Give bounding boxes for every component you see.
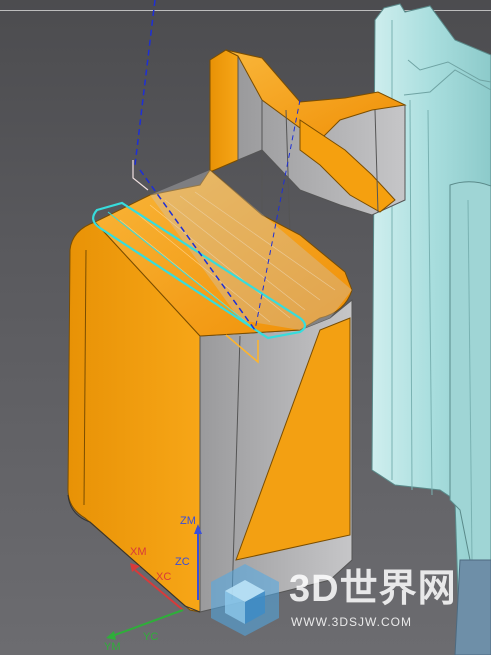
watermark: 3D世界网 WWW.3DSJW.COM <box>207 560 477 640</box>
axis-label-zc: ZC <box>175 556 190 568</box>
graphics-viewport[interactable]: ZM ZC XM XC YM YC 3D世界网 WWW.3DSJW.COM <box>0 0 491 655</box>
watermark-url: WWW.3DSJW.COM <box>291 615 412 629</box>
axis-label-yc: YC <box>143 631 159 643</box>
axis-label-xc: XC <box>156 571 172 583</box>
axis-label-ym: YM <box>104 641 121 653</box>
cad-scene[interactable] <box>0 0 491 655</box>
axis-label-xm: XM <box>130 546 147 558</box>
watermark-title: 3D世界网 <box>289 568 457 610</box>
cube-logo-icon <box>211 564 279 636</box>
part-main-block[interactable] <box>67 169 353 613</box>
axis-label-zm: ZM <box>180 515 196 527</box>
